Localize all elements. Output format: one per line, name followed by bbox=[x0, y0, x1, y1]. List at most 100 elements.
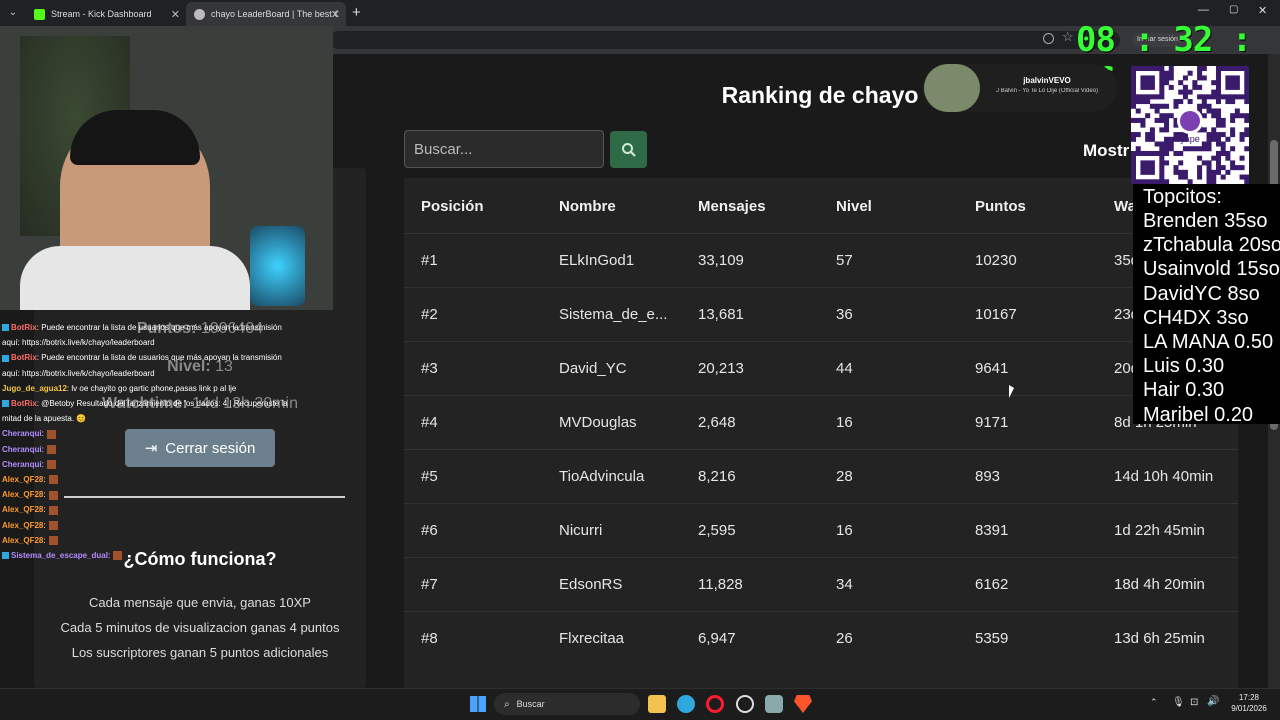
table-cell[interactable]: Flxrecitaa bbox=[559, 630, 624, 647]
chat-username: Jugo_de_agua12 bbox=[2, 383, 67, 393]
music-artist: jbalvinVEVO bbox=[1023, 76, 1071, 85]
search-input[interactable] bbox=[404, 130, 604, 168]
qr-module bbox=[1239, 66, 1245, 72]
column-header[interactable]: Puntos bbox=[975, 198, 1026, 215]
close-icon[interactable]: ✕ bbox=[171, 8, 180, 21]
table-cell: 57 bbox=[836, 252, 853, 269]
now-playing-widget: jbalvinVEVO J Balvin - Yo Te Lo Dije (Of… bbox=[922, 64, 1117, 112]
yape-logo-icon bbox=[1180, 111, 1200, 131]
table-cell[interactable]: TioAdvincula bbox=[559, 468, 644, 485]
taskbar-search[interactable]: ⌕ Buscar bbox=[494, 693, 640, 715]
qr-module bbox=[1178, 169, 1184, 175]
tray-chevron-icon[interactable]: ⌃ bbox=[1150, 697, 1158, 708]
tray-clock[interactable]: 17:28 9/01/2026 bbox=[1224, 692, 1274, 714]
tray-time: 17:28 bbox=[1238, 693, 1260, 702]
qr-module bbox=[1215, 122, 1221, 128]
qr-module bbox=[1244, 132, 1250, 138]
qr-module bbox=[1159, 75, 1165, 81]
how-line: Los suscriptores ganan 5 puntos adiciona… bbox=[71, 645, 329, 660]
column-header[interactable]: Mensajes bbox=[698, 198, 766, 215]
column-header[interactable]: Nombre bbox=[559, 198, 616, 215]
page-title: Ranking de chayo bbox=[721, 82, 919, 108]
minimize-icon[interactable]: — bbox=[1198, 4, 1209, 16]
obs-icon[interactable] bbox=[736, 695, 754, 713]
table-cell: #6 bbox=[421, 522, 438, 539]
qr-module bbox=[1131, 136, 1137, 142]
table-cell[interactable]: Nicurri bbox=[559, 522, 602, 539]
qr-module bbox=[1206, 94, 1212, 100]
qr-module bbox=[1159, 113, 1165, 119]
qr-module bbox=[1164, 146, 1170, 152]
qr-module bbox=[1215, 113, 1221, 119]
table-cell[interactable]: David_YC bbox=[559, 360, 627, 377]
qr-module bbox=[1140, 150, 1146, 156]
qr-module bbox=[1211, 94, 1217, 100]
bookmark-star-icon[interactable]: ☆ bbox=[1062, 29, 1074, 45]
file-explorer-icon[interactable] bbox=[648, 695, 666, 713]
table-cell[interactable]: EdsonRS bbox=[559, 576, 622, 593]
tab-title: chayo LeaderBoard | The best Cha bbox=[211, 9, 338, 19]
qr-module bbox=[1149, 132, 1155, 138]
table-cell[interactable]: Sistema_de_e... bbox=[559, 306, 667, 323]
emote-icon bbox=[46, 444, 56, 454]
column-header[interactable]: Nivel bbox=[836, 198, 872, 215]
window-close-icon[interactable]: ✕ bbox=[1258, 4, 1267, 17]
qr-module bbox=[1164, 160, 1170, 166]
qr-module bbox=[1206, 103, 1212, 109]
qr-module bbox=[1131, 150, 1137, 156]
qr-module bbox=[1168, 84, 1174, 90]
column-header[interactable]: Posición bbox=[421, 198, 484, 215]
qr-module bbox=[1149, 66, 1155, 72]
table-cell: 14d 10h 40min bbox=[1114, 468, 1214, 485]
qr-module bbox=[1201, 94, 1207, 100]
table-cell: 44 bbox=[836, 360, 853, 377]
tab-leaderboard[interactable]: chayo LeaderBoard | The best Cha ✕ bbox=[186, 2, 346, 26]
qr-module bbox=[1234, 113, 1240, 119]
qr-module bbox=[1220, 117, 1226, 123]
close-icon[interactable]: ✕ bbox=[331, 8, 340, 21]
chat-username: Cheranqui bbox=[2, 429, 42, 439]
qr-module bbox=[1211, 108, 1217, 114]
qr-module bbox=[1149, 80, 1155, 86]
chat-text: : bbox=[43, 535, 46, 545]
maximize-icon[interactable]: ▢ bbox=[1229, 4, 1238, 15]
qr-module bbox=[1220, 94, 1226, 100]
qr-module bbox=[1135, 150, 1141, 156]
settings-gear-icon[interactable] bbox=[765, 695, 783, 713]
zoom-icon[interactable] bbox=[1043, 33, 1054, 44]
qr-module bbox=[1140, 75, 1146, 81]
tab-title: Stream - Kick Dashboard bbox=[51, 9, 152, 19]
new-tab-plus-icon[interactable]: + bbox=[352, 4, 361, 21]
qr-module bbox=[1149, 160, 1155, 166]
table-cell: 8,216 bbox=[698, 468, 736, 485]
qr-module bbox=[1234, 80, 1240, 86]
qr-module bbox=[1164, 117, 1170, 123]
qr-module bbox=[1225, 169, 1231, 175]
start-icon[interactable] bbox=[470, 696, 486, 712]
qr-module bbox=[1135, 146, 1141, 152]
tab-kick-dashboard[interactable]: Stream - Kick Dashboard ✕ bbox=[26, 2, 186, 26]
tab-list-chevron-icon[interactable]: ⌄ bbox=[6, 6, 20, 20]
opera-icon[interactable] bbox=[706, 695, 724, 713]
volume-icon[interactable]: 🔊 bbox=[1207, 696, 1219, 707]
table-cell: 10230 bbox=[975, 252, 1017, 269]
chat-message: Cheranqui: bbox=[2, 442, 312, 457]
qr-module bbox=[1159, 127, 1165, 133]
search-button[interactable] bbox=[610, 131, 647, 168]
table-cell[interactable]: ELkInGod1 bbox=[559, 252, 634, 269]
qr-module bbox=[1215, 94, 1221, 100]
qr-module bbox=[1131, 70, 1137, 76]
qr-module bbox=[1131, 89, 1137, 95]
top-donor-entry: Brenden 35so bbox=[1143, 210, 1268, 232]
qr-module bbox=[1178, 150, 1184, 156]
how-line: Cada 5 minutos de visualizacion ganas 4 … bbox=[60, 620, 340, 635]
table-cell[interactable]: MVDouglas bbox=[559, 414, 637, 431]
url-field[interactable] bbox=[330, 31, 1120, 49]
chat-message: Jugo_de_agua12: lv oe chayito go gartic … bbox=[2, 381, 312, 396]
qr-module bbox=[1159, 141, 1165, 147]
mic-tray-icon[interactable]: 🎙 bbox=[1172, 697, 1185, 708]
network-icon[interactable]: ⊡ bbox=[1190, 697, 1198, 708]
qr-module bbox=[1211, 89, 1217, 95]
edge-icon[interactable] bbox=[677, 695, 695, 713]
qr-module bbox=[1230, 99, 1236, 105]
